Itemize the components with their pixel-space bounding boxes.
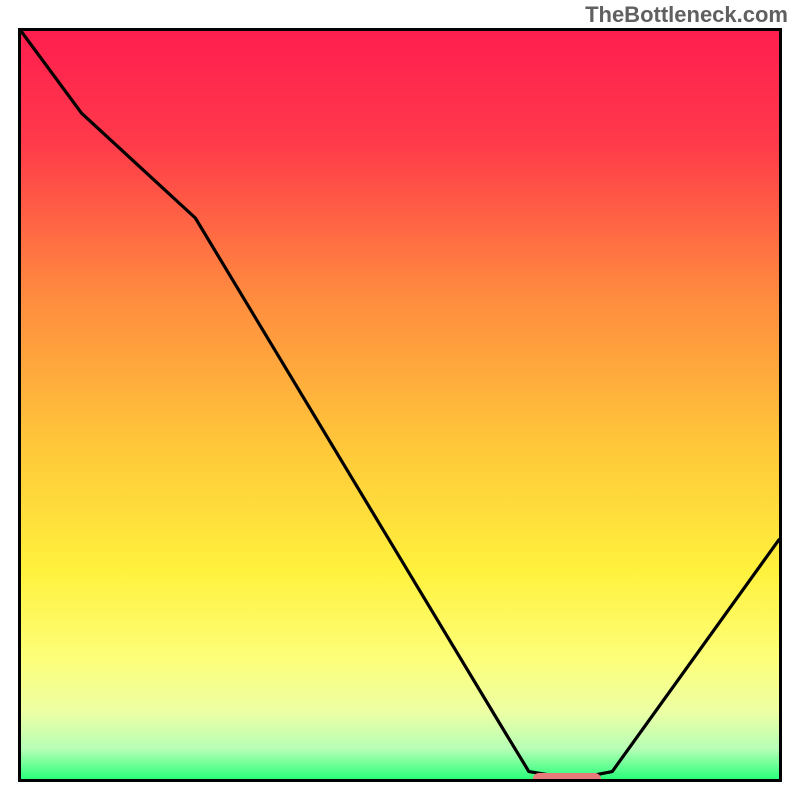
attribution-label: TheBottleneck.com bbox=[585, 2, 788, 28]
chart-line bbox=[21, 31, 779, 779]
chart-plot-area bbox=[18, 28, 782, 782]
chart-line-svg bbox=[21, 31, 779, 779]
optimum-marker bbox=[533, 773, 601, 782]
